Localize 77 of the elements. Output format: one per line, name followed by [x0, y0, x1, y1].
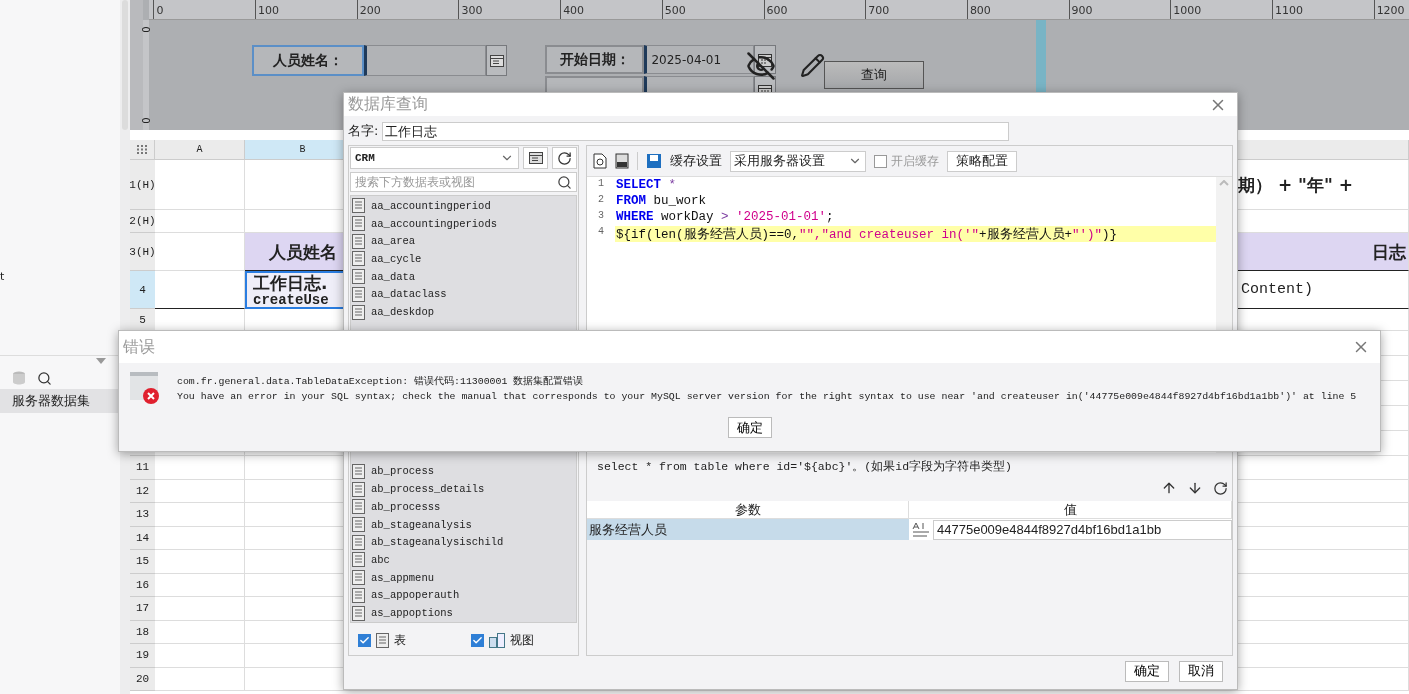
- ruler-label: 500: [661, 0, 764, 19]
- dialog-title: 错误: [123, 336, 155, 358]
- line-number: 3: [597, 210, 605, 223]
- table-item[interactable]: aa_accountingperiods: [352, 214, 576, 233]
- connection-select[interactable]: CRM: [350, 147, 519, 169]
- parameter-value-field[interactable]: 44775e009e4844f8927d4bf16bd1a1bb: [933, 519, 1232, 540]
- code-line: WHERE workDay > '2025-01-01';: [615, 210, 835, 226]
- partial-text: t: [0, 270, 6, 285]
- strategy-button[interactable]: 策略配置: [947, 150, 1017, 172]
- code-line: SELECT *: [615, 178, 678, 194]
- ruler-label: 0: [140, 26, 152, 33]
- column-header: 值: [909, 501, 1232, 519]
- table-cell: 期） + "年" +: [1238, 160, 1409, 210]
- ruler-label: 900: [1068, 0, 1171, 19]
- row-header[interactable]: 4: [130, 271, 155, 309]
- table-cell: Content): [1238, 271, 1409, 309]
- cache-label: 缓存设置: [670, 152, 722, 170]
- row-header[interactable]: 18: [130, 620, 155, 644]
- row-header[interactable]: 3(H): [130, 233, 155, 271]
- table-item[interactable]: ab_process_details: [352, 480, 576, 498]
- table-item[interactable]: abc: [352, 551, 576, 569]
- dialog-title: 数据库查询: [348, 94, 428, 115]
- line-number: 1: [597, 178, 605, 191]
- row-header[interactable]: 15: [130, 550, 155, 574]
- table-item[interactable]: as_appoperauth: [352, 586, 576, 605]
- name-label: 名字:: [348, 122, 379, 140]
- ruler-label: 100: [255, 0, 357, 19]
- error-message: com.fr.general.data.TableDataException: 错误代码:11300001 数据集配置错误: [177, 375, 585, 388]
- table-item[interactable]: aa_accountingperiod: [352, 197, 576, 215]
- table-item[interactable]: as_appmenu: [352, 568, 576, 587]
- ruler-label: 800: [966, 0, 1069, 19]
- row-header[interactable]: 16: [130, 573, 155, 597]
- dataset-item[interactable]: 服务器数据集: [0, 389, 120, 413]
- table-item[interactable]: as_appoptions: [352, 604, 576, 622]
- ruler-label: 1200: [1373, 0, 1409, 19]
- row-header[interactable]: 13: [130, 503, 155, 527]
- ruler-label: 0: [140, 117, 152, 124]
- line-number: 2: [597, 194, 605, 207]
- row-header[interactable]: 5: [130, 309, 155, 331]
- name-field[interactable]: 工作日志: [382, 121, 1010, 141]
- ruler-label: 1000: [1170, 0, 1272, 19]
- filter-label: 表: [394, 631, 406, 649]
- table-item[interactable]: ab_process: [352, 462, 576, 481]
- ruler-label: 200: [356, 0, 459, 19]
- query-button[interactable]: 查询: [824, 61, 925, 89]
- code-line: FROM bu_work: [615, 194, 708, 210]
- table-item[interactable]: ab_stageanalysis: [352, 515, 576, 534]
- line-number: 4: [597, 226, 605, 239]
- ruler-label: 0: [153, 0, 256, 19]
- row-header[interactable]: 1(H): [130, 160, 155, 210]
- table-item[interactable]: ab_processs: [352, 498, 576, 516]
- hint-text: select * from table where id='${abc}'。(如果id字段为字符串类型): [596, 459, 1013, 475]
- row-header[interactable]: 20: [130, 667, 155, 691]
- start-date-field[interactable]: 2025-04-01: [644, 45, 755, 74]
- ruler-label: 300: [458, 0, 561, 19]
- checkbox-label: 开启缓存: [891, 152, 939, 170]
- dialog-button[interactable]: 取消: [1179, 660, 1223, 682]
- table-cell: 日志: [1238, 233, 1409, 271]
- column-header[interactable]: A: [155, 140, 245, 160]
- start-date-label[interactable]: 开始日期：: [545, 45, 645, 74]
- parameter-name[interactable]: 服务经营人员: [587, 519, 909, 540]
- ok-button[interactable]: 确定: [727, 417, 772, 438]
- row-header[interactable]: 11: [130, 456, 155, 480]
- ruler-label: 400: [560, 0, 662, 19]
- row-header[interactable]: 12: [130, 479, 155, 503]
- ruler-label: 1100: [1271, 0, 1374, 19]
- cache-mode-select[interactable]: 采用服务器设置: [730, 150, 866, 172]
- table-item[interactable]: ab_stageanalysischild: [352, 533, 576, 552]
- name-label[interactable]: 人员姓名：: [252, 45, 365, 76]
- row-header[interactable]: 14: [130, 526, 155, 550]
- filter-label: 视图: [509, 631, 534, 649]
- ruler-label: 600: [763, 0, 866, 19]
- row-header[interactable]: 17: [130, 597, 155, 621]
- row-header[interactable]: 19: [130, 644, 155, 668]
- ruler-label: 700: [865, 0, 967, 19]
- dialog-button[interactable]: 确定: [1125, 660, 1169, 682]
- row-header[interactable]: 2(H): [130, 210, 155, 233]
